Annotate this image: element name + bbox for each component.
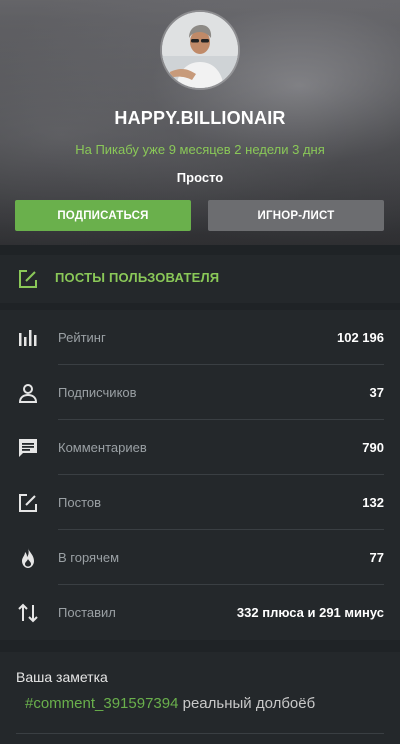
stat-value: 77 (369, 550, 384, 565)
stat-label: Комментариев (58, 440, 147, 455)
divider (16, 733, 384, 734)
note-title: Ваша заметка (16, 669, 108, 685)
stat-value: 102 196 (337, 330, 384, 345)
stat-value: 132 (362, 495, 384, 510)
swap-vertical-icon (16, 601, 40, 625)
profile-header: HAPPY.BILLIONAIR На Пикабу уже 9 месяцев… (0, 0, 400, 245)
flame-icon (16, 546, 40, 570)
bar-chart-icon (16, 326, 40, 350)
subscribe-button[interactable]: ПОДПИСАТЬСЯ (15, 200, 191, 231)
stats-list: Рейтинг 102 196 Подписчиков 37 Комментар… (0, 310, 400, 640)
user-posts-link[interactable]: ПОСТЫ ПОЛЬЗОВАТЕЛЯ (0, 255, 400, 303)
username: HAPPY.BILLIONAIR (114, 108, 286, 128)
stat-posts[interactable]: Постов 132 (0, 475, 400, 530)
stat-label: В горячем (58, 550, 120, 565)
note-comment-link[interactable]: #comment_391597394 (25, 695, 178, 712)
edit-icon (16, 267, 40, 291)
user-note[interactable]: Ваша заметка #comment_391597394 реальный… (0, 652, 400, 744)
comment-icon (16, 436, 40, 460)
stat-value: 790 (362, 440, 384, 455)
stat-value: 37 (369, 385, 384, 400)
ignore-list-button[interactable]: ИГНОР-ЛИСТ (208, 200, 384, 231)
note-body: реальный долбоёб (178, 695, 316, 712)
stat-comments[interactable]: Комментариев 790 (0, 420, 400, 475)
stat-rating: Рейтинг 102 196 (0, 310, 400, 365)
stat-subscribers[interactable]: Подписчиков 37 (0, 365, 400, 420)
user-posts-label: ПОСТЫ ПОЛЬЗОВАТЕЛЯ (55, 270, 220, 285)
person-icon (16, 381, 40, 405)
user-status: Просто (176, 170, 224, 185)
stat-label: Рейтинг (58, 330, 106, 345)
stat-votes-given: Поставил 332 плюса и 291 минус (0, 585, 400, 640)
avatar[interactable] (162, 12, 238, 88)
note-text: #comment_391597394 реальный долбоёб (25, 695, 315, 712)
stat-label: Поставил (58, 605, 116, 620)
stat-value: 332 плюса и 291 минус (236, 605, 384, 620)
member-since: На Пикабу уже 9 месяцев 2 недели 3 дня (75, 142, 325, 157)
stat-hot[interactable]: В горячем 77 (0, 530, 400, 585)
stat-label: Подписчиков (58, 385, 137, 400)
stat-label: Постов (58, 495, 102, 510)
edit-icon (16, 491, 40, 515)
